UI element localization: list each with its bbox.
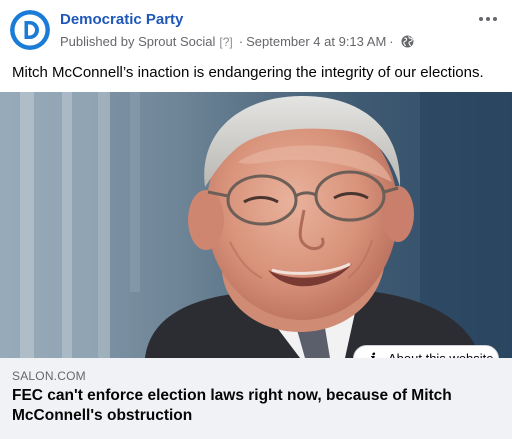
post-meta: Published by Sprout Social [?] · September … xyxy=(60,34,414,49)
post-header: Democratic Party Published by Sprout Soc… xyxy=(0,0,512,58)
globe-icon[interactable] xyxy=(401,35,414,48)
post-timestamp[interactable]: September 4 at 9:13 AM xyxy=(246,34,386,49)
more-options-icon[interactable] xyxy=(474,8,502,30)
publisher-link[interactable]: Sprout Social xyxy=(138,34,215,49)
link-title: FEC can't enforce election laws right no… xyxy=(12,387,452,424)
link-domain: SALON.COM xyxy=(12,369,86,383)
page-name-link[interactable]: Democratic Party xyxy=(60,11,183,28)
democratic-party-logo-icon[interactable] xyxy=(10,10,50,50)
post-text: Mitch McConnell’s inaction is endangerin… xyxy=(12,64,484,81)
help-link[interactable]: [?] xyxy=(219,35,232,49)
meta-separator: · xyxy=(389,34,394,49)
link-preview[interactable]: SALON.COM FEC can't enforce election law… xyxy=(0,358,512,439)
published-by-label: Published by xyxy=(60,34,135,49)
link-preview-image[interactable] xyxy=(0,92,512,358)
meta-separator: · xyxy=(238,34,244,49)
